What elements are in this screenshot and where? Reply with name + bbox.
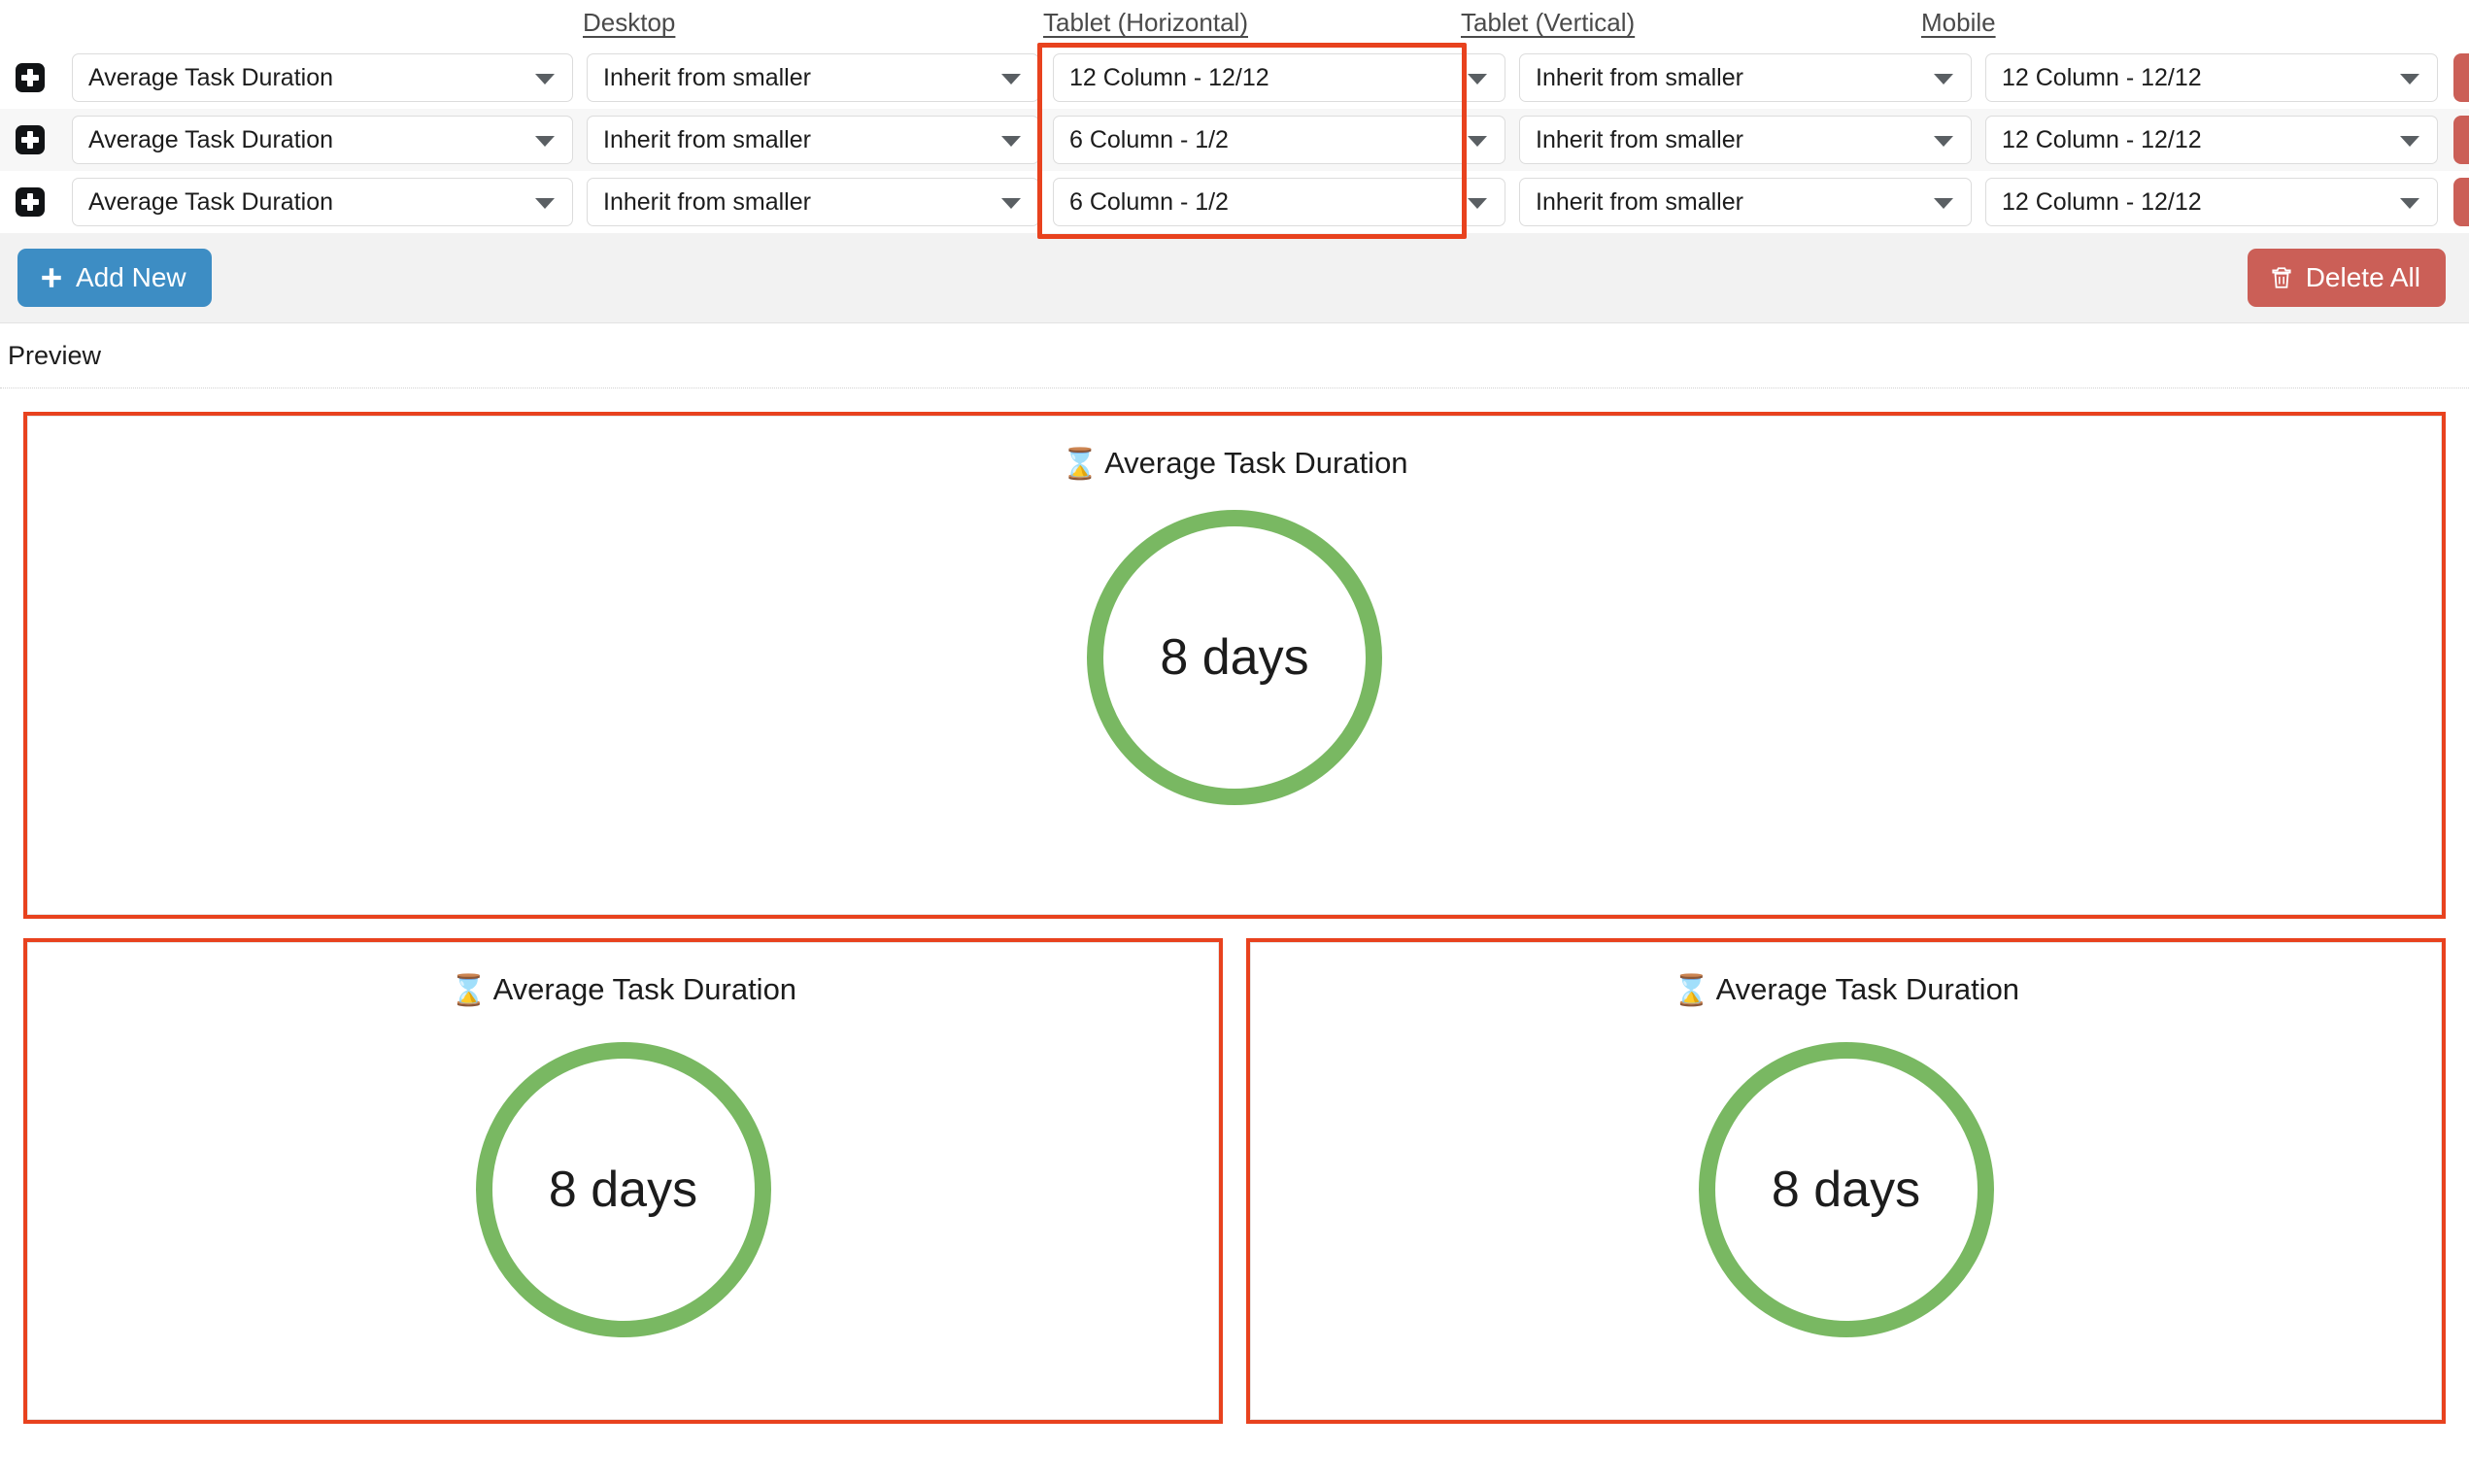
rows-toolbar: Add New Delete All — [0, 233, 2469, 322]
desktop-select-row-1[interactable]: Inherit from smaller — [587, 53, 1039, 102]
preview-card-half-left[interactable]: ⌛ Average Task Duration 8 days — [23, 938, 1223, 1424]
preview-card-inner: ⌛ Average Task Duration 8 days — [1250, 942, 2442, 1420]
metric-select-value: Average Task Duration — [88, 187, 334, 216]
duration-gauge-ring: 8 days — [1698, 1042, 1994, 1337]
hourglass-icon: ⌛ — [449, 972, 488, 1007]
mobile-select-value: 12 Column - 12/12 — [2002, 125, 2202, 153]
desktop-select-row-3[interactable]: Inherit from smaller — [587, 178, 1039, 226]
tablet-horizontal-select-value: 6 Column - 1/2 — [1069, 187, 1229, 216]
preview-card-inner: ⌛ Average Task Duration 8 days — [27, 416, 2442, 915]
metric-select-row-3[interactable]: Average Task Duration — [72, 178, 573, 226]
preview-area: ⌛ Average Task Duration 8 days ⌛ Average… — [0, 388, 2469, 1424]
preview-label: Preview — [8, 340, 102, 370]
chevron-down-icon — [1468, 136, 1487, 147]
plus-icon — [42, 268, 61, 287]
breakpoint-header-tablet-horizontal: Tablet (Horizontal) — [1043, 8, 1248, 37]
widget-config-rows: Average Task Duration Inherit from small… — [0, 43, 2469, 239]
preview-card-title-text: Average Task Duration — [1715, 972, 2020, 1006]
duration-gauge-value: 8 days — [1160, 629, 1309, 686]
tablet-horizontal-select-value: 12 Column - 12/12 — [1069, 63, 1269, 91]
tablet-vertical-select-value: Inherit from smaller — [1536, 125, 1743, 153]
table-row: Average Task Duration Inherit from small… — [0, 171, 2469, 233]
add-new-label: Add New — [76, 262, 186, 292]
delete-all-button[interactable]: Delete All — [2247, 249, 2446, 307]
table-row: Average Task Duration Inherit from small… — [0, 109, 2469, 171]
tablet-vertical-select-value: Inherit from smaller — [1536, 187, 1743, 216]
breakpoint-header-tablet-vertical: Tablet (Vertical) — [1461, 8, 1636, 37]
chevron-down-icon — [1934, 136, 1953, 147]
duration-gauge-ring: 8 days — [1087, 510, 1382, 805]
tablet-horizontal-select-row-2[interactable]: 6 Column - 1/2 — [1053, 116, 1505, 164]
tablet-vertical-select-row-1[interactable]: Inherit from smaller — [1519, 53, 1972, 102]
preview-card-title-text: Average Task Duration — [492, 972, 797, 1006]
desktop-select-value: Inherit from smaller — [603, 187, 811, 216]
preview-card-inner: ⌛ Average Task Duration 8 days — [27, 942, 1219, 1420]
plus-icon[interactable] — [16, 125, 45, 154]
chevron-down-icon — [1468, 198, 1487, 209]
hourglass-icon: ⌛ — [1672, 972, 1710, 1007]
chevron-down-icon — [1001, 198, 1021, 209]
duration-gauge-ring: 8 days — [475, 1042, 771, 1337]
delete-row-button-2[interactable] — [2453, 116, 2469, 164]
hourglass-icon: ⌛ — [1061, 446, 1099, 481]
chevron-down-icon — [1934, 198, 1953, 209]
mobile-select-row-1[interactable]: 12 Column - 12/12 — [1985, 53, 2438, 102]
trash-icon — [2272, 267, 2291, 288]
breakpoint-header-mobile: Mobile — [1921, 8, 1996, 37]
preview-card-full-width[interactable]: ⌛ Average Task Duration 8 days — [23, 412, 2446, 919]
desktop-select-value: Inherit from smaller — [603, 125, 811, 153]
preview-card-title: ⌛ Average Task Duration — [1061, 446, 1407, 481]
breakpoint-header-row: Desktop Tablet (Horizontal) Tablet (Vert… — [0, 0, 2469, 47]
desktop-select-row-2[interactable]: Inherit from smaller — [587, 116, 1039, 164]
chevron-down-icon — [1001, 136, 1021, 147]
tablet-horizontal-select-row-1[interactable]: 12 Column - 12/12 — [1053, 53, 1505, 102]
mobile-select-value: 12 Column - 12/12 — [2002, 63, 2202, 91]
preview-card-title: ⌛ Average Task Duration — [450, 972, 796, 1007]
preview-section-header: Preview — [0, 322, 2469, 388]
plus-icon[interactable] — [16, 63, 45, 92]
mobile-select-row-2[interactable]: 12 Column - 12/12 — [1985, 116, 2438, 164]
chevron-down-icon — [535, 198, 555, 209]
add-row-cell — [0, 187, 60, 217]
chevron-down-icon — [1468, 74, 1487, 84]
metric-select-row-1[interactable]: Average Task Duration — [72, 53, 573, 102]
mobile-select-value: 12 Column - 12/12 — [2002, 187, 2202, 216]
desktop-select-value: Inherit from smaller — [603, 63, 811, 91]
preview-card-title-text: Average Task Duration — [1104, 446, 1408, 480]
duration-gauge-value: 8 days — [548, 1162, 698, 1218]
plus-icon[interactable] — [16, 187, 45, 217]
add-new-button[interactable]: Add New — [17, 249, 212, 307]
preview-half-row: ⌛ Average Task Duration 8 days ⌛ Average… — [23, 938, 2446, 1424]
metric-select-row-2[interactable]: Average Task Duration — [72, 116, 573, 164]
tablet-horizontal-select-row-3[interactable]: 6 Column - 1/2 — [1053, 178, 1505, 226]
delete-row-button-1[interactable] — [2453, 53, 2469, 102]
metric-select-value: Average Task Duration — [88, 125, 334, 153]
duration-gauge-value: 8 days — [1771, 1162, 1921, 1218]
delete-all-label: Delete All — [2305, 262, 2420, 292]
chevron-down-icon — [1934, 74, 1953, 84]
table-row: Average Task Duration Inherit from small… — [0, 47, 2469, 109]
chevron-down-icon — [2400, 198, 2419, 209]
mobile-select-row-3[interactable]: 12 Column - 12/12 — [1985, 178, 2438, 226]
chevron-down-icon — [2400, 136, 2419, 147]
chevron-down-icon — [1001, 74, 1021, 84]
tablet-vertical-select-row-3[interactable]: Inherit from smaller — [1519, 178, 1972, 226]
preview-card-title: ⌛ Average Task Duration — [1673, 972, 2019, 1007]
preview-card-half-right[interactable]: ⌛ Average Task Duration 8 days — [1246, 938, 2446, 1424]
tablet-vertical-select-row-2[interactable]: Inherit from smaller — [1519, 116, 1972, 164]
add-row-cell — [0, 125, 60, 154]
chevron-down-icon — [535, 136, 555, 147]
breakpoint-header-desktop: Desktop — [583, 8, 676, 37]
chevron-down-icon — [2400, 74, 2419, 84]
delete-row-button-3[interactable] — [2453, 178, 2469, 226]
tablet-vertical-select-value: Inherit from smaller — [1536, 63, 1743, 91]
chevron-down-icon — [535, 74, 555, 84]
add-row-cell — [0, 63, 60, 92]
metric-select-value: Average Task Duration — [88, 63, 334, 91]
tablet-horizontal-select-value: 6 Column - 1/2 — [1069, 125, 1229, 153]
